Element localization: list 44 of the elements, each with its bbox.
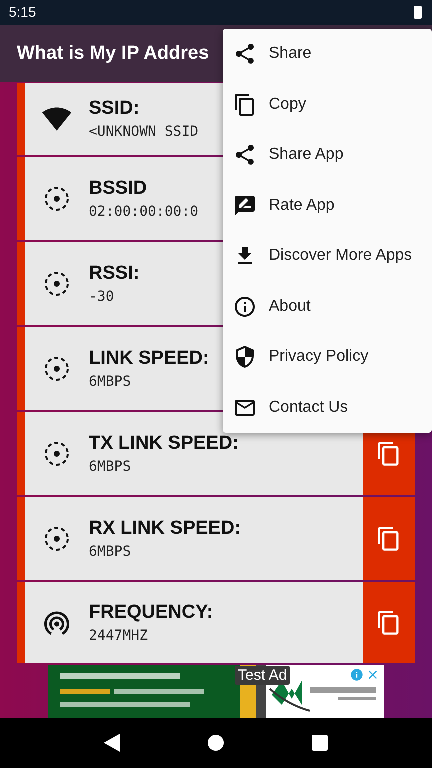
menu-item[interactable]: Discover More Apps: [223, 231, 432, 282]
info-value: 6MBPS: [89, 544, 132, 560]
shield-icon: [233, 345, 257, 370]
target-icon: [44, 270, 70, 297]
menu-item[interactable]: About: [223, 282, 432, 332]
battery-icon: [414, 6, 422, 19]
menu-item[interactable]: Privacy Policy: [223, 332, 432, 382]
copy-icon: [376, 440, 402, 467]
target-icon: [44, 186, 70, 212]
info-label: TX LINK SPEED:: [89, 432, 239, 455]
menu-item[interactable]: Contact Us: [223, 382, 432, 433]
target-icon: [44, 440, 70, 467]
info-value: 2447MHZ: [89, 628, 150, 644]
copy-icon: [233, 92, 257, 117]
recents-icon[interactable]: [312, 735, 328, 752]
info-label: RSSI:: [89, 262, 140, 285]
info-value: 02:00:00:00:0: [89, 204, 199, 220]
home-icon[interactable]: [208, 735, 224, 752]
share-icon: [233, 143, 257, 168]
copy-icon: [376, 610, 402, 636]
info-label: SSID:: [89, 98, 141, 120]
share-icon: [233, 42, 257, 66]
target-icon: [44, 526, 70, 552]
app-title: What is My IP Addres: [17, 42, 210, 65]
info-label: LINK SPEED:: [89, 348, 210, 370]
target-icon: [44, 356, 70, 382]
info-value: -30: [89, 288, 116, 305]
info-value: <UNKNOWN SSID: [89, 124, 199, 140]
copy-icon: [376, 526, 402, 552]
status-time: 5:15: [9, 4, 36, 20]
info-icon: [233, 294, 257, 319]
info-label: RX LINK SPEED:: [89, 518, 242, 540]
menu-item[interactable]: Copy: [223, 80, 432, 130]
info-value: 6MBPS: [89, 374, 132, 390]
menu-item[interactable]: Rate App: [223, 180, 432, 231]
ad-badge: Test Ad: [235, 666, 290, 686]
menu-item[interactable]: Share App: [223, 130, 432, 180]
rate-icon: [233, 194, 257, 218]
back-icon[interactable]: [104, 734, 120, 752]
info-label: BSSID: [89, 178, 148, 200]
info-icon[interactable]: [350, 668, 364, 682]
info-value: 6MBPS: [89, 458, 132, 475]
menu-item[interactable]: Share: [223, 29, 432, 80]
info-label: FREQUENCY:: [89, 602, 214, 624]
